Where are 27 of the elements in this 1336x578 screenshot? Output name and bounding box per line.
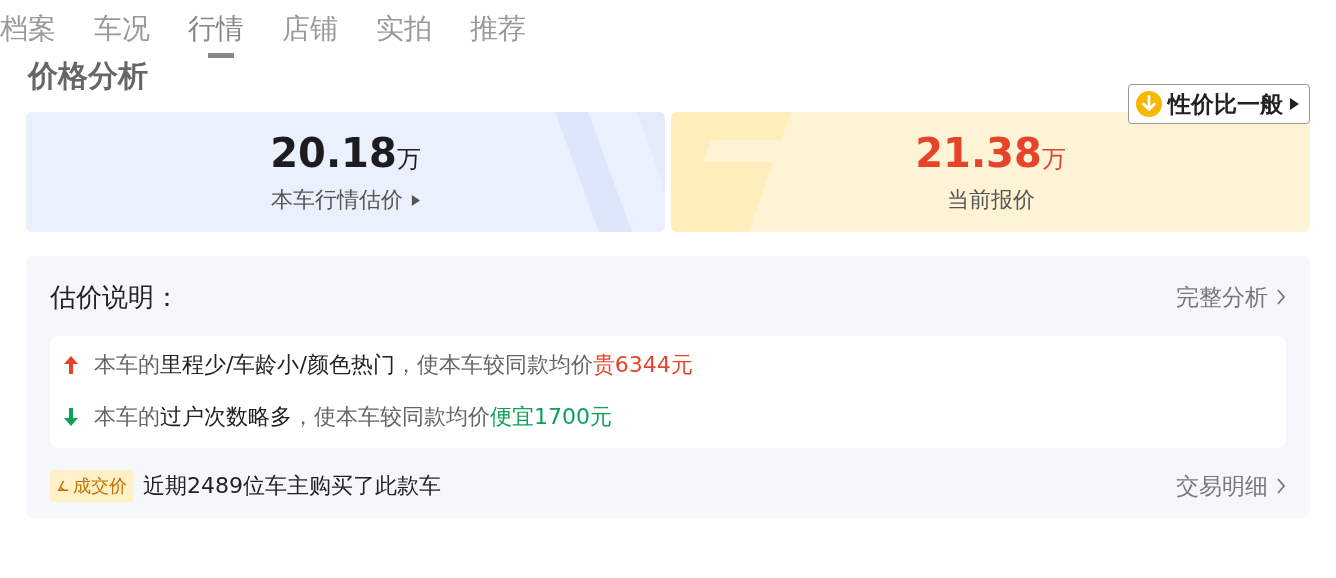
tab[interactable]: 推荐 bbox=[470, 10, 526, 58]
value-badge[interactable]: 性价比一般 bbox=[1128, 84, 1310, 124]
factor-text: 本车的过户次数略多，使本车较同款均价便宜1700元 bbox=[94, 403, 612, 431]
price-label: 当前报价 bbox=[946, 186, 1035, 214]
tab[interactable]: 实拍 bbox=[376, 10, 432, 58]
up-arrow-icon bbox=[64, 356, 78, 374]
tab[interactable]: 店铺 bbox=[282, 10, 338, 58]
tab[interactable]: 档案 bbox=[0, 10, 56, 58]
section-heading: 价格分析 bbox=[28, 58, 148, 94]
tab[interactable]: 车况 bbox=[94, 10, 150, 58]
down-arrow-icon bbox=[64, 408, 78, 426]
panel-title: 估价说明： bbox=[50, 280, 180, 314]
play-triangle-icon bbox=[1289, 98, 1299, 110]
down-arrow-circle-icon bbox=[1136, 91, 1162, 117]
full-analysis-link[interactable]: 完整分析 bbox=[1176, 281, 1286, 313]
factor-text: 本车的里程少/车龄小/颜色热门，使本车较同款均价贵6344元 bbox=[94, 351, 693, 379]
chevron-right-icon bbox=[1276, 478, 1286, 494]
tab[interactable]: 行情 bbox=[188, 10, 244, 58]
tag-icon bbox=[56, 478, 71, 494]
transaction-details-link[interactable]: 交易明细 bbox=[1176, 470, 1286, 502]
deal-text: 近期2489位车主购买了此款车 bbox=[143, 472, 442, 500]
price-link[interactable]: 本车行情估价 bbox=[271, 185, 420, 215]
price-value: 21.38万 bbox=[915, 129, 1066, 178]
chevron-right-icon bbox=[1276, 289, 1286, 305]
deal-price-tag: 成交价 bbox=[50, 470, 133, 502]
price-value: 20.18万 bbox=[270, 129, 421, 178]
play-triangle-icon bbox=[411, 194, 420, 206]
